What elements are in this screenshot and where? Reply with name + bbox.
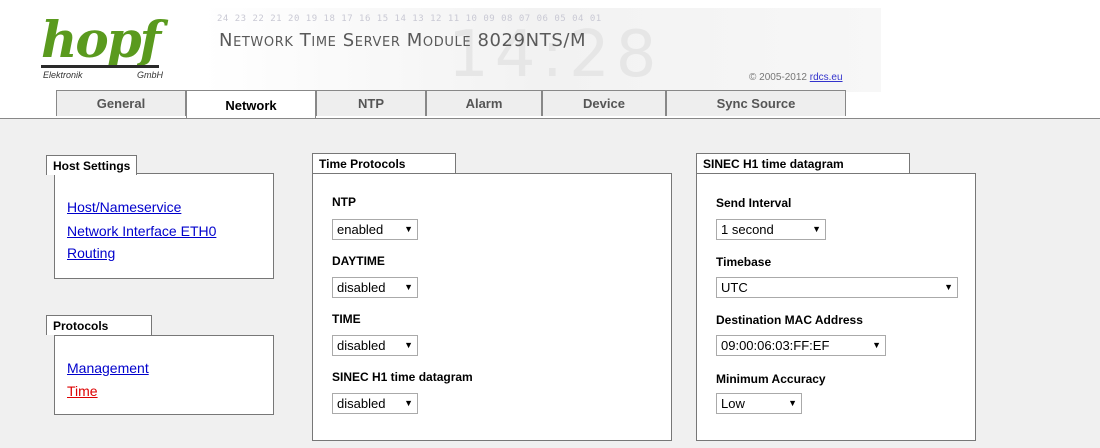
send-interval-value: 1 second bbox=[721, 222, 774, 237]
chevron-down-icon: ▼ bbox=[404, 340, 413, 350]
daytime-select[interactable]: disabled ▼ bbox=[332, 277, 418, 298]
timebase-value: UTC bbox=[721, 280, 748, 295]
daytime-label: DAYTIME bbox=[332, 254, 385, 268]
chevron-down-icon: ▼ bbox=[788, 398, 797, 408]
copyright: © 2005-2012 rdcs.eu bbox=[749, 72, 843, 83]
logo-sub-right: GmbH bbox=[136, 70, 163, 80]
chevron-down-icon: ▼ bbox=[404, 398, 413, 408]
time-select[interactable]: disabled ▼ bbox=[332, 335, 418, 356]
sinec-title: SINEC H1 time datagram bbox=[696, 153, 910, 173]
host-settings-title: Host Settings bbox=[46, 155, 138, 175]
tab-alarm[interactable]: Alarm bbox=[426, 90, 542, 116]
link-routing[interactable]: Routing bbox=[67, 245, 115, 261]
tab-bar: General Network NTP Alarm Device Sync So… bbox=[0, 90, 1100, 200]
sinec-h1-select[interactable]: disabled ▼ bbox=[332, 393, 418, 414]
link-time[interactable]: Time bbox=[67, 383, 98, 399]
tab-network[interactable]: Network bbox=[186, 90, 316, 119]
header-banner: 24 23 22 21 20 19 18 17 16 15 14 13 12 1… bbox=[33, 8, 881, 92]
sinec-h1-label: SINEC H1 time datagram bbox=[332, 370, 473, 384]
time-protocols-title: Time Protocols bbox=[312, 153, 456, 173]
time-select-value: disabled bbox=[337, 338, 386, 353]
time-label: TIME bbox=[332, 312, 361, 326]
chevron-down-icon: ▼ bbox=[872, 340, 881, 350]
minimum-accuracy-value: Low bbox=[721, 396, 745, 411]
content-area: Host Settings Host/Nameservice Network I… bbox=[0, 118, 1100, 448]
logo-underline bbox=[41, 65, 159, 68]
copyright-text: © 2005-2012 bbox=[749, 72, 810, 83]
tab-sync-source[interactable]: Sync Source bbox=[666, 90, 846, 116]
hopf-logo: hopf Elektronik GmbH bbox=[41, 10, 171, 80]
ntp-select-value: enabled bbox=[337, 222, 384, 237]
timebase-select[interactable]: UTC ▼ bbox=[716, 277, 958, 298]
minimum-accuracy-label: Minimum Accuracy bbox=[716, 372, 826, 386]
logo-text: hopf bbox=[41, 10, 161, 69]
ntp-label: NTP bbox=[332, 195, 356, 209]
chevron-down-icon: ▼ bbox=[404, 282, 413, 292]
destination-mac-select[interactable]: 09:00:06:03:FF:EF ▼ bbox=[716, 335, 886, 356]
send-interval-label: Send Interval bbox=[716, 196, 792, 210]
sinec-h1-select-value: disabled bbox=[337, 396, 386, 411]
tab-ntp[interactable]: NTP bbox=[316, 90, 426, 116]
daytime-select-value: disabled bbox=[337, 280, 386, 295]
destination-mac-value: 09:00:06:03:FF:EF bbox=[721, 338, 830, 353]
destination-mac-label: Destination MAC Address bbox=[716, 313, 863, 327]
copyright-link[interactable]: rdcs.eu bbox=[810, 72, 843, 83]
ntp-select[interactable]: enabled ▼ bbox=[332, 219, 418, 240]
tab-general[interactable]: General bbox=[56, 90, 186, 116]
logo-sub-left: Elektronik bbox=[43, 70, 83, 80]
minimum-accuracy-select[interactable]: Low ▼ bbox=[716, 393, 802, 414]
logo-subtitle: Elektronik GmbH bbox=[43, 70, 163, 80]
link-management[interactable]: Management bbox=[67, 360, 149, 376]
chevron-down-icon: ▼ bbox=[812, 224, 821, 234]
protocols-title: Protocols bbox=[46, 315, 152, 335]
chevron-down-icon: ▼ bbox=[404, 224, 413, 234]
link-network-interface-eth0[interactable]: Network Interface ETH0 bbox=[67, 223, 216, 239]
tab-device[interactable]: Device bbox=[542, 90, 666, 116]
send-interval-select[interactable]: 1 second ▼ bbox=[716, 219, 826, 240]
timebase-label: Timebase bbox=[716, 255, 772, 269]
link-host-nameservice[interactable]: Host/Nameservice bbox=[67, 199, 181, 215]
module-title: Network Time Server Module 8029NTS/M bbox=[219, 30, 587, 51]
chevron-down-icon: ▼ bbox=[944, 282, 953, 292]
